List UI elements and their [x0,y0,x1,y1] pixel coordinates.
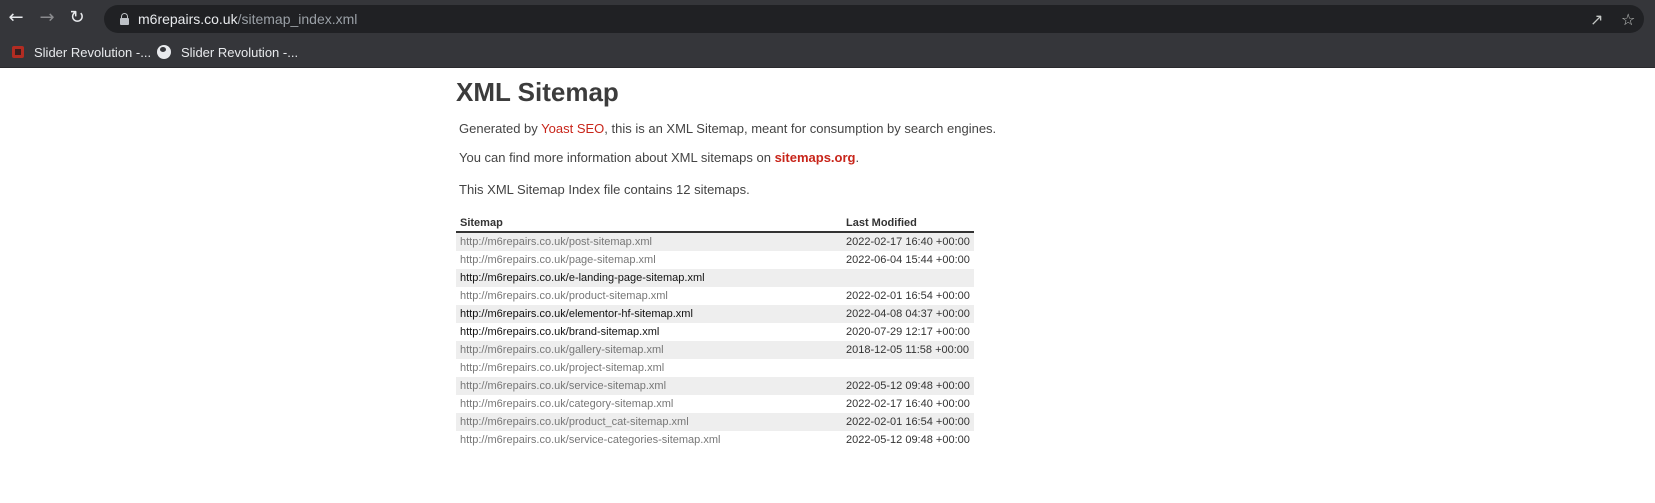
last-modified-cell: 2022-02-17 16:40 +00:00 [846,398,970,410]
header-last-modified: Last Modified [846,217,917,229]
sitemap-link[interactable]: http://m6repairs.co.uk/product-sitemap.x… [456,287,842,305]
table-row: http://m6repairs.co.uk/post-sitemap.xml 2… [456,233,974,251]
lock-icon[interactable] [120,13,129,25]
table-row: http://m6repairs.co.uk/category-sitemap.… [456,395,974,413]
sitemap-link[interactable]: http://m6repairs.co.uk/brand-sitemap.xml [456,323,842,341]
bookmark-item[interactable]: Slider Revolution -... [12,42,151,62]
intro-prefix: Generated by [459,121,542,136]
table-row: http://m6repairs.co.uk/product-sitemap.x… [456,287,974,305]
last-modified-cell [842,269,974,287]
last-modified-cell: 2022-05-12 09:48 +00:00 [846,380,970,392]
url-path: /sitemap_index.xml [237,11,358,27]
browser-toolbar: ← → ↻ m6repairs.co.uk/sitemap_index.xml … [0,0,1655,37]
bookmark-item[interactable]: Slider Revolution -... [157,42,298,62]
bookmark-label: Slider Revolution -... [181,44,299,60]
last-modified-cell: 2018-12-05 11:58 +00:00 [846,344,970,356]
forward-arrow-icon[interactable]: → [36,7,58,29]
sitemap-link[interactable]: http://m6repairs.co.uk/e-landing-page-si… [456,269,842,287]
sitemap-table: Sitemap Last Modified http://m6repairs.c… [456,215,974,449]
table-header: Sitemap Last Modified [456,215,974,233]
reload-icon[interactable]: ↻ [66,7,88,29]
sitemap-link[interactable]: http://m6repairs.co.uk/gallery-sitemap.x… [456,341,842,359]
bookmark-favicon [12,46,24,58]
page-title: XML Sitemap [456,77,619,107]
sitemap-link[interactable]: http://m6repairs.co.uk/service-sitemap.x… [456,377,842,395]
sitemap-link[interactable]: http://m6repairs.co.uk/post-sitemap.xml [456,233,842,251]
last-modified-cell: 2020-07-29 12:17 +00:00 [846,326,970,338]
table-row: http://m6repairs.co.uk/page-sitemap.xml 2… [456,251,974,269]
url-host: m6repairs.co.uk [138,11,238,27]
table-body: http://m6repairs.co.uk/post-sitemap.xml 2… [456,233,974,449]
last-modified-cell [842,359,974,377]
table-row: http://m6repairs.co.uk/gallery-sitemap.x… [456,341,974,359]
bookmark-label: Slider Revolution -... [34,44,152,60]
table-row: http://m6repairs.co.uk/service-categorie… [456,431,974,449]
last-modified-cell: 2022-04-08 04:37 +00:00 [846,308,970,320]
back-arrow-icon[interactable]: ← [5,7,27,29]
last-modified-cell: 2022-02-01 16:54 +00:00 [846,290,970,302]
sitemap-count-text: This XML Sitemap Index file contains 12 … [459,182,750,197]
info-text: You can find more information about XML … [459,150,859,165]
share-icon[interactable]: ↗ [1590,10,1603,29]
address-bar[interactable]: m6repairs.co.uk/sitemap_index.xml ↗ ☆ [104,5,1644,33]
intro-text: Generated by Yoast SEO, this is an XML S… [459,121,996,136]
header-sitemap: Sitemap [460,217,503,229]
last-modified-cell: 2022-06-04 15:44 +00:00 [846,254,970,266]
last-modified-cell: 2022-05-12 09:48 +00:00 [846,434,970,446]
table-row: http://m6repairs.co.uk/project-sitemap.x… [456,359,974,377]
sitemap-link[interactable]: http://m6repairs.co.uk/category-sitemap.… [456,395,842,413]
last-modified-cell: 2022-02-01 16:54 +00:00 [846,416,970,428]
info-prefix: You can find more information about XML … [459,150,775,165]
sitemaps-org-link[interactable]: sitemaps.org [775,150,856,165]
globe-icon [157,45,171,59]
table-row: http://m6repairs.co.uk/elementor-hf-site… [456,305,974,323]
last-modified-cell: 2022-02-17 16:40 +00:00 [846,236,970,248]
table-row: http://m6repairs.co.uk/brand-sitemap.xml… [456,323,974,341]
table-row: http://m6repairs.co.uk/e-landing-page-si… [456,269,974,287]
sitemap-link[interactable]: http://m6repairs.co.uk/project-sitemap.x… [456,359,842,377]
bookmarks-bar: Slider Revolution -... Slider Revolution… [0,37,1655,68]
info-suffix: . [855,150,860,165]
sitemap-link[interactable]: http://m6repairs.co.uk/elementor-hf-site… [456,305,842,323]
table-row: http://m6repairs.co.uk/product_cat-sitem… [456,413,974,431]
url-text[interactable]: m6repairs.co.uk/sitemap_index.xml [138,11,357,27]
sitemap-link[interactable]: http://m6repairs.co.uk/service-categorie… [456,431,842,449]
star-icon[interactable]: ☆ [1621,10,1635,29]
sitemap-link[interactable]: http://m6repairs.co.uk/product_cat-sitem… [456,413,842,431]
table-row: http://m6repairs.co.uk/service-sitemap.x… [456,377,974,395]
yoast-seo-link[interactable]: Yoast SEO [541,121,604,136]
sitemap-link[interactable]: http://m6repairs.co.uk/page-sitemap.xml [456,251,842,269]
intro-suffix: , this is an XML Sitemap, meant for cons… [604,121,997,136]
